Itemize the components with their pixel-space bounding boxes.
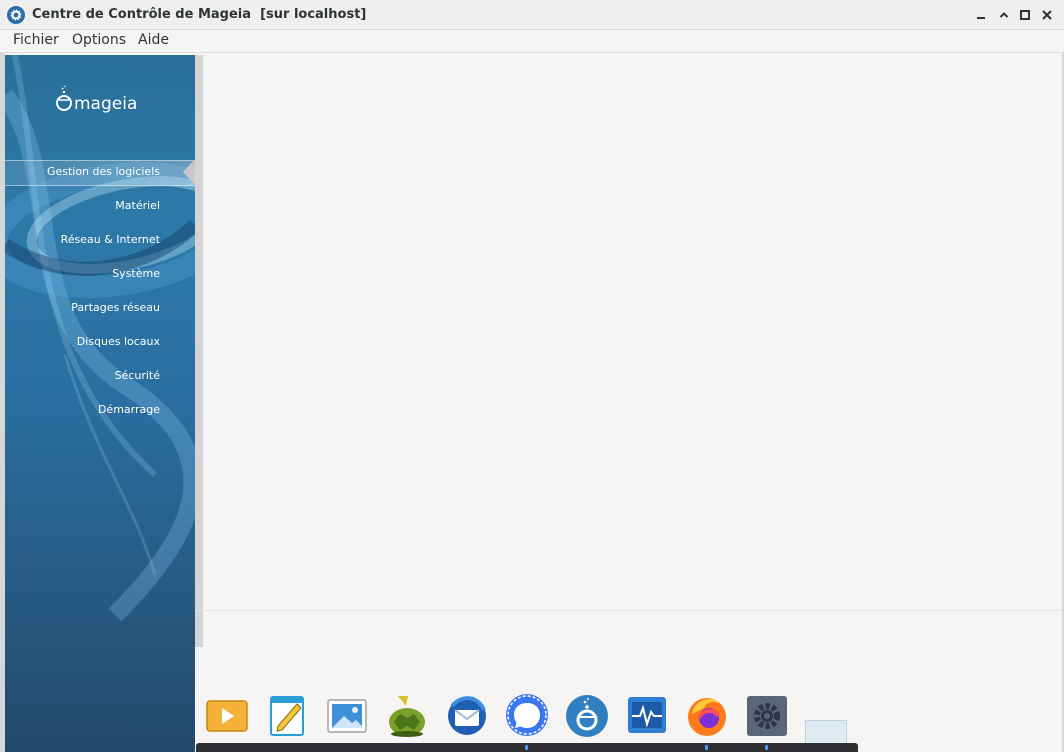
minimize-button[interactable]: [972, 6, 990, 24]
maximize-icon: [1020, 10, 1030, 20]
mageia-control-center-icon[interactable]: [564, 692, 610, 738]
image-viewer-icon[interactable]: [324, 692, 370, 738]
window-title: Centre de Contrôle de Mageia [sur localh…: [32, 7, 367, 22]
main-content-panel: [203, 55, 1064, 610]
settings-icon[interactable]: [744, 692, 790, 738]
category-sidebar: mageia Gestion des logiciels Matériel Ré…: [5, 55, 195, 752]
system-monitor-icon[interactable]: [624, 692, 670, 738]
firefox-running-indicator: [705, 745, 708, 750]
sidebar-item-systeme[interactable]: Système: [112, 267, 160, 280]
sidebar-item-partages-reseau[interactable]: Partages réseau: [71, 301, 160, 314]
dock-shelf: [196, 743, 858, 752]
menu-bar: Fichier Options Aide: [0, 30, 1064, 53]
mageia-logo: mageia: [56, 85, 137, 114]
status-separator: [195, 610, 1064, 611]
sidebar-item-materiel[interactable]: Matériel: [115, 199, 160, 212]
sidebar-item-demarrage[interactable]: Démarrage: [98, 403, 160, 416]
close-icon: [1042, 10, 1052, 20]
menu-fichier[interactable]: Fichier: [13, 32, 59, 48]
close-button[interactable]: [1038, 6, 1056, 24]
minimize-icon: [977, 17, 985, 19]
chevron-up-icon: [999, 12, 1009, 18]
sidebar-item-disques-locaux[interactable]: Disques locaux: [77, 335, 160, 348]
sidebar-item-gestion-des-logiciels[interactable]: Gestion des logiciels: [47, 165, 160, 178]
sidebar-scroll-strip: [195, 55, 203, 647]
thunderbird-icon[interactable]: [444, 692, 490, 738]
text-editor-icon[interactable]: [264, 692, 310, 738]
settings-running-indicator: [765, 745, 768, 750]
menu-aide[interactable]: Aide: [138, 32, 169, 48]
restore-button[interactable]: [995, 6, 1013, 24]
selection-pointer-arrow: [183, 158, 195, 186]
sidebar-item-reseau-internet[interactable]: Réseau & Internet: [61, 233, 160, 246]
title-bar: Centre de Contrôle de Mageia [sur localh…: [0, 0, 1064, 30]
signal-running-indicator: [525, 745, 528, 750]
logo-text: mageia: [74, 94, 137, 114]
signal-icon[interactable]: [504, 692, 550, 738]
maximize-button[interactable]: [1016, 6, 1034, 24]
control-center-gear-icon: [7, 6, 25, 24]
firefox-icon[interactable]: [684, 692, 730, 738]
turtle-icon[interactable]: [384, 692, 430, 738]
media-player-icon[interactable]: [204, 692, 250, 738]
menu-options[interactable]: Options: [72, 32, 126, 48]
sidebar-item-securite[interactable]: Sécurité: [115, 369, 160, 382]
